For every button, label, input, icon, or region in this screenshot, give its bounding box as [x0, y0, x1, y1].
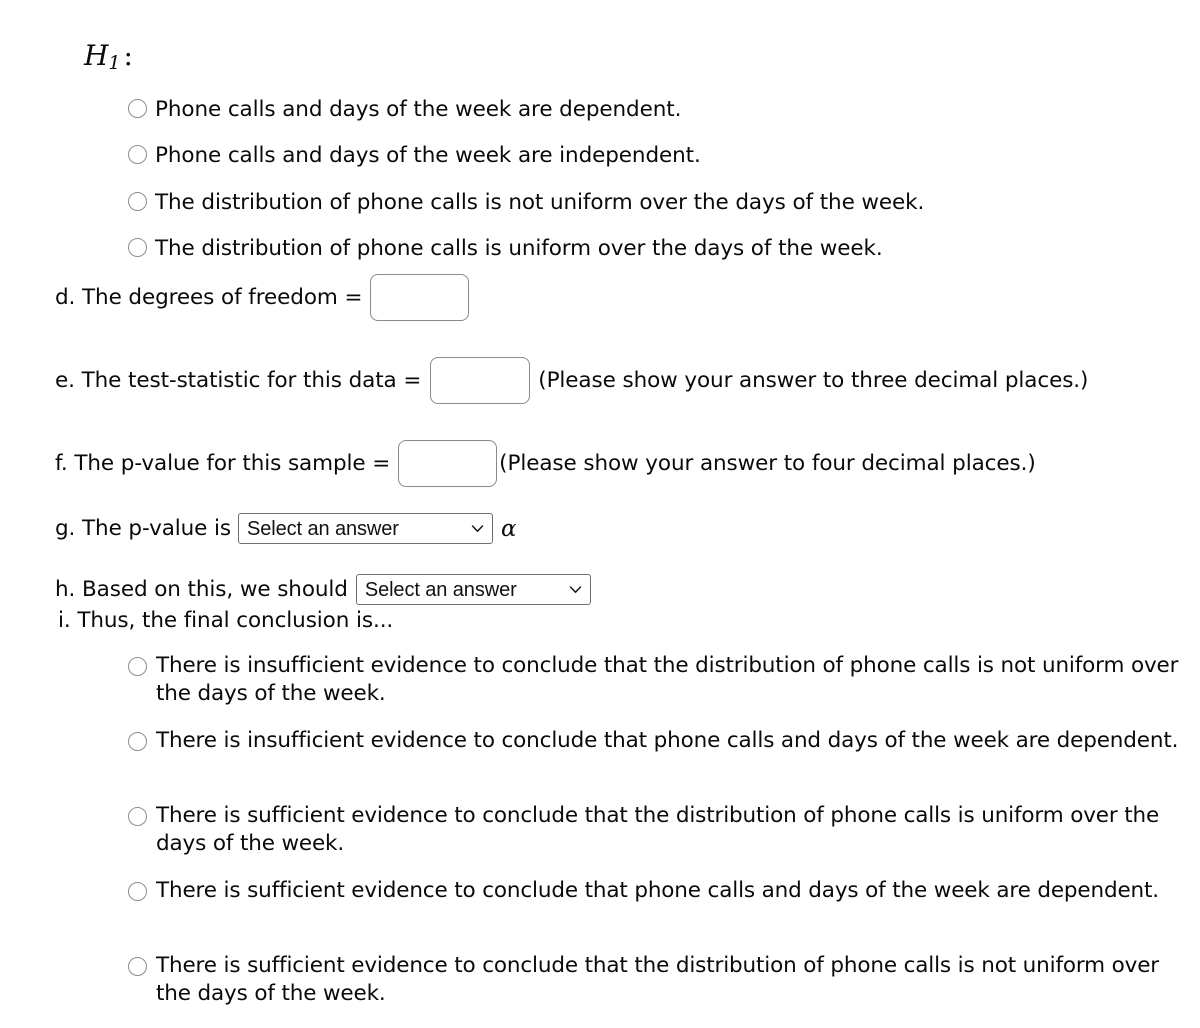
question-item-g: g. The p-value is Select an answer α: [55, 513, 517, 544]
radio-unselected-icon[interactable]: [128, 807, 147, 826]
conclusion-option-4[interactable]: There is sufficient evidence to conclude…: [128, 952, 1183, 1008]
radio-unselected-icon[interactable]: [128, 732, 147, 751]
conclusion-option-label: There is sufficient evidence to conclude…: [156, 803, 1160, 856]
question-item-d: d. The degrees of freedom =: [55, 274, 470, 321]
item-d-label: d. The degrees of freedom =: [55, 284, 363, 310]
radio-unselected-icon[interactable]: [128, 238, 147, 257]
hypothesis-option-label: The distribution of phone calls is unifo…: [155, 236, 883, 261]
p-value-input[interactable]: [398, 440, 498, 487]
radio-unselected-icon[interactable]: [128, 657, 147, 676]
conclusion-option-1[interactable]: There is insufficient evidence to conclu…: [128, 727, 1183, 755]
question-page: H1: Phone calls and days of the week are…: [0, 0, 1200, 1028]
radio-unselected-icon[interactable]: [128, 145, 147, 164]
alpha-symbol: α: [501, 515, 517, 542]
item-e-label: e. The test-statistic for this data =: [55, 367, 422, 393]
chevron-down-icon: [568, 582, 583, 597]
conclusion-option-label: There is insufficient evidence to conclu…: [156, 728, 1179, 753]
conclusion-option-3[interactable]: There is sufficient evidence to conclude…: [128, 877, 1183, 905]
question-item-i: i. Thus, the final conclusion is...: [58, 606, 393, 636]
radio-unselected-icon[interactable]: [128, 192, 147, 211]
item-e-note: (Please show your answer to three decima…: [538, 367, 1089, 393]
hypothesis-option-label: Phone calls and days of the week are ind…: [155, 143, 701, 168]
radio-unselected-icon[interactable]: [128, 99, 147, 118]
p-value-comparison-select-value: Select an answer: [247, 517, 399, 540]
question-item-f: f. The p-value for this sample = (Please…: [55, 440, 1036, 487]
conclusion-option-label: There is insufficient evidence to conclu…: [156, 653, 1179, 706]
question-item-h: h. Based on this, we should Select an an…: [55, 574, 591, 605]
question-item-e: e. The test-statistic for this data = (P…: [55, 357, 1088, 404]
item-i-label: i. Thus, the final conclusion is...: [58, 608, 394, 633]
h1-subscript: 1: [108, 52, 121, 74]
hypothesis-option-3[interactable]: The distribution of phone calls is unifo…: [128, 234, 883, 263]
item-f-label: f. The p-value for this sample =: [55, 450, 391, 476]
conclusion-option-label: There is sufficient evidence to conclude…: [156, 878, 1159, 903]
hypothesis-option-2[interactable]: The distribution of phone calls is not u…: [128, 188, 924, 217]
hypothesis-option-1[interactable]: Phone calls and days of the week are ind…: [128, 141, 701, 170]
conclusion-option-label: There is sufficient evidence to conclude…: [156, 953, 1159, 1006]
item-h-label: h. Based on this, we should: [55, 576, 348, 602]
degrees-of-freedom-input[interactable]: [370, 274, 470, 321]
decision-select[interactable]: Select an answer: [355, 574, 591, 605]
radio-unselected-icon[interactable]: [128, 882, 147, 901]
decision-select-value: Select an answer: [364, 578, 517, 601]
radio-unselected-icon[interactable]: [128, 957, 147, 976]
item-f-note: (Please show your answer to four decimal…: [499, 450, 1036, 476]
item-g-label: g. The p-value is: [55, 515, 232, 541]
h1-symbol: H: [84, 39, 109, 72]
conclusion-option-2[interactable]: There is sufficient evidence to conclude…: [128, 802, 1183, 858]
conclusion-option-0[interactable]: There is insufficient evidence to conclu…: [128, 652, 1183, 708]
hypothesis-option-label: Phone calls and days of the week are dep…: [155, 97, 682, 122]
alternative-hypothesis-label: H1:: [84, 39, 133, 80]
test-statistic-input[interactable]: [430, 357, 531, 404]
p-value-comparison-select[interactable]: Select an answer: [238, 513, 494, 544]
hypothesis-option-0[interactable]: Phone calls and days of the week are dep…: [128, 95, 681, 124]
hypothesis-option-label: The distribution of phone calls is not u…: [155, 190, 925, 215]
h1-colon: :: [123, 39, 133, 72]
chevron-down-icon: [470, 521, 485, 536]
